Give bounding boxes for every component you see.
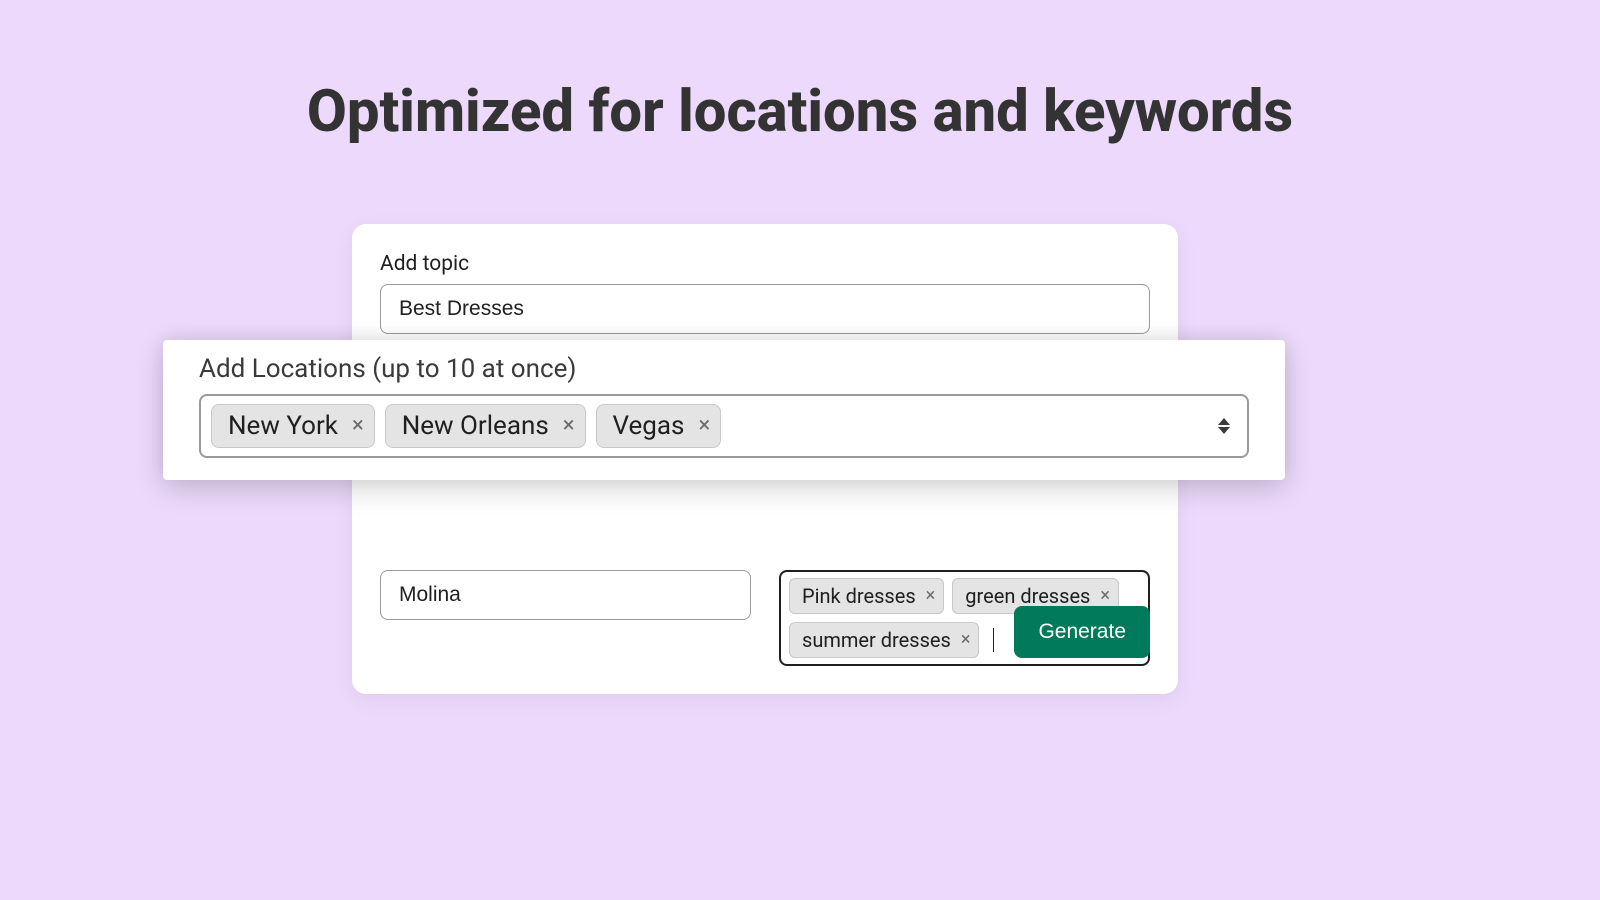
location-chip-label: Vegas — [613, 411, 685, 441]
brand-col — [380, 534, 751, 666]
keyword-chip[interactable]: summer dresses × — [789, 622, 979, 658]
keyword-chip-label: green dresses — [965, 584, 1090, 608]
locations-panel: Add Locations (up to 10 at once) New Yor… — [163, 340, 1285, 480]
close-icon[interactable]: × — [352, 415, 364, 437]
close-icon[interactable]: × — [698, 415, 710, 437]
location-chip-label: New York — [228, 411, 338, 441]
close-icon[interactable]: × — [961, 631, 971, 649]
topic-label: Add topic — [380, 252, 1150, 276]
close-icon[interactable]: × — [926, 587, 936, 605]
locations-input[interactable]: New York × New Orleans × Vegas × — [199, 394, 1249, 458]
location-chip[interactable]: Vegas × — [596, 404, 722, 448]
close-icon[interactable]: × — [563, 415, 575, 437]
location-chip-label: New Orleans — [402, 411, 549, 441]
location-chip[interactable]: New Orleans × — [385, 404, 586, 448]
generate-button[interactable]: Generate — [1014, 606, 1150, 658]
brand-input[interactable] — [380, 570, 751, 620]
locations-label: Add Locations (up to 10 at once) — [199, 354, 1249, 384]
keyword-chip-label: summer dresses — [802, 628, 951, 652]
page-title: Optimized for locations and keywords — [0, 78, 1600, 146]
location-chip[interactable]: New York × — [211, 404, 375, 448]
select-indicator-icon[interactable] — [1217, 418, 1231, 434]
keyword-chip-label: Pink dresses — [802, 584, 916, 608]
text-caret — [993, 628, 994, 652]
keywords-label — [779, 534, 1150, 562]
topic-input[interactable] — [380, 284, 1150, 334]
brand-label — [380, 534, 751, 562]
topic-block: Add topic — [380, 252, 1150, 334]
keyword-chip[interactable]: Pink dresses × — [789, 578, 944, 614]
close-icon[interactable]: × — [1100, 587, 1110, 605]
